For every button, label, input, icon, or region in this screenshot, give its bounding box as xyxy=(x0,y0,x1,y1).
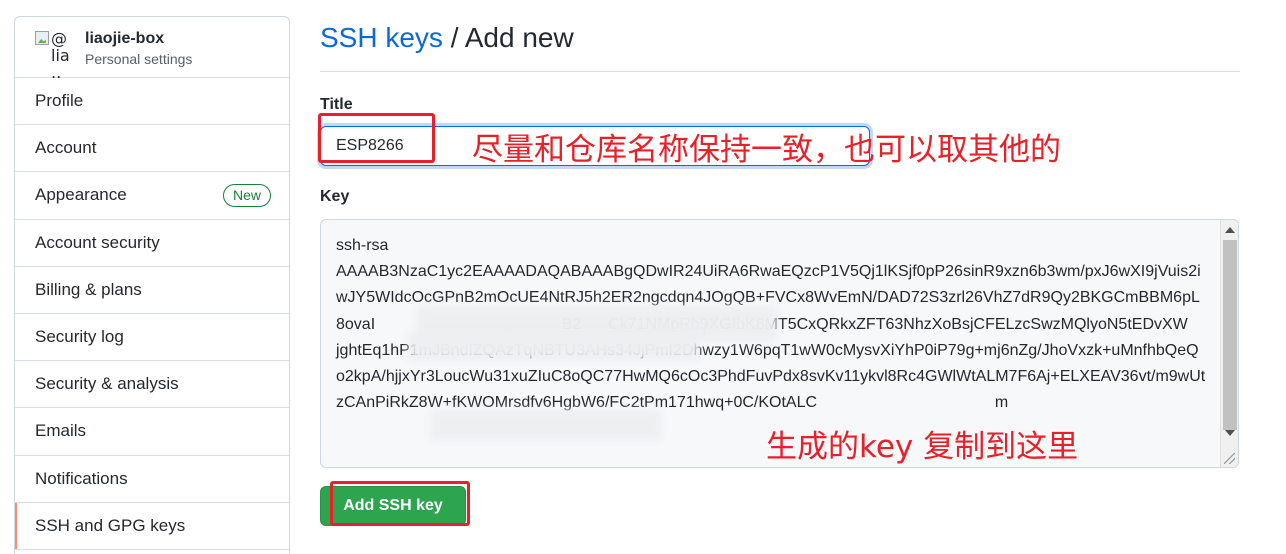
sidebar-item-label: Emails xyxy=(35,421,87,441)
sidebar-item-label: Security & analysis xyxy=(35,374,179,394)
sidebar-item-notifications[interactable]: Notifications xyxy=(15,456,289,503)
scroll-thumb[interactable] xyxy=(1223,240,1237,430)
sidebar-item-appearance[interactable]: Appearance New xyxy=(15,172,289,220)
redaction-blur xyxy=(431,410,661,440)
scroll-down-icon[interactable] xyxy=(1225,430,1235,436)
sidebar-item-label: Appearance xyxy=(35,185,127,205)
sidebar-header: @ lia .. liaojie-box Personal settings xyxy=(15,17,289,81)
settings-sidebar: @ lia .. liaojie-box Personal settings P… xyxy=(14,16,290,554)
sidebar-item-security-log[interactable]: Security log xyxy=(15,314,289,362)
sidebar-item-label: Account xyxy=(35,138,97,158)
avatar[interactable]: @ lia .. xyxy=(35,30,73,81)
resize-grip-icon[interactable] xyxy=(1224,453,1235,464)
sidebar-item-billing[interactable]: Billing & plans xyxy=(15,267,289,314)
avatar-alt-text: @ lia .. xyxy=(51,29,70,82)
key-scrollbar[interactable] xyxy=(1220,220,1238,467)
title-label: Title xyxy=(320,96,353,113)
sidebar-item-emails[interactable]: Emails xyxy=(15,408,289,456)
sidebar-item-label: Billing & plans xyxy=(35,279,142,299)
page-title: SSH keys / Add new xyxy=(320,22,574,54)
header-divider xyxy=(320,71,1240,72)
personal-settings-label: Personal settings xyxy=(85,51,193,67)
key-label: Key xyxy=(320,188,350,205)
sidebar-item-profile[interactable]: Profile xyxy=(15,78,289,126)
sidebar-item-security-analysis[interactable]: Security & analysis xyxy=(15,361,289,409)
annotation-title-note: 尽量和仓库名称保持一致，也可以取其他的 xyxy=(472,132,1061,168)
sidebar-item-label: Security log xyxy=(35,327,124,347)
username[interactable]: liaojie-box xyxy=(85,30,164,48)
new-badge: New xyxy=(222,184,271,208)
annotation-key-note: 生成的key 复制到这里 xyxy=(766,429,1079,465)
sidebar-item-label: SSH and GPG keys xyxy=(35,515,186,535)
annotation-box-title xyxy=(318,113,435,163)
scroll-up-icon[interactable] xyxy=(1225,227,1235,233)
sidebar-item-ssh-gpg-keys[interactable]: SSH and GPG keys xyxy=(15,502,289,550)
broken-image-icon xyxy=(35,31,49,45)
sidebar-item-label: Account security xyxy=(35,232,160,252)
sidebar-item-label: Profile xyxy=(35,91,84,111)
annotation-box-button xyxy=(330,481,470,526)
breadcrumb-current: Add new xyxy=(464,22,574,53)
sidebar-item-label: Notifications xyxy=(35,468,128,488)
sidebar-item-account[interactable]: Account xyxy=(15,125,289,173)
breadcrumb-ssh-keys-link[interactable]: SSH keys xyxy=(320,22,443,53)
sidebar-item-account-security[interactable]: Account security xyxy=(15,220,289,267)
redaction-blur xyxy=(409,332,699,360)
breadcrumb-separator: / xyxy=(450,22,459,53)
